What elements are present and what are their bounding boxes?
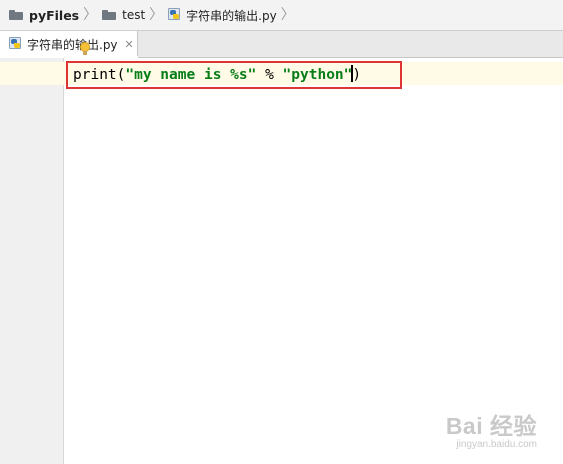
lightbulb-icon[interactable] bbox=[80, 42, 90, 56]
breadcrumb-label: test bbox=[122, 8, 146, 22]
code-editor[interactable]: print("my name is %s" % "python") bbox=[0, 58, 563, 464]
code-string-literal: "my name is %s" bbox=[125, 67, 257, 83]
code-line[interactable]: print("my name is %s" % "python") bbox=[73, 65, 361, 83]
breadcrumb-label: pyFiles bbox=[29, 7, 80, 23]
close-icon[interactable]: ✕ bbox=[125, 39, 134, 50]
code-format-operator: % bbox=[256, 67, 283, 83]
watermark-url: jingyan.baidu.com bbox=[456, 439, 537, 450]
chevron-right-icon: 〉 bbox=[280, 7, 295, 23]
chevron-right-icon: 〉 bbox=[83, 7, 98, 23]
breadcrumb: pyFiles 〉 test 〉 字符串的输出.py 〉 bbox=[0, 0, 563, 31]
watermark-brand: Bai 经验 bbox=[445, 413, 537, 439]
tab-file[interactable]: 字符串的输出.py ✕ bbox=[0, 31, 138, 58]
watermark: Bai 经验 jingyan.baidu.com bbox=[446, 407, 537, 450]
code-function-name: print bbox=[73, 67, 117, 83]
python-file-icon bbox=[9, 37, 23, 51]
code-close-paren: ) bbox=[352, 67, 362, 83]
line-number-gutter: 1 bbox=[0, 58, 64, 464]
folder-icon bbox=[102, 10, 117, 20]
python-file-icon bbox=[168, 8, 182, 22]
breadcrumb-item-file[interactable]: 字符串的输出.py bbox=[168, 0, 277, 31]
breadcrumb-label: 字符串的输出.py bbox=[186, 8, 277, 23]
tab-label: 字符串的输出.py bbox=[27, 37, 118, 52]
chevron-right-icon: 〉 bbox=[149, 7, 164, 23]
breadcrumb-item-pyfiles[interactable]: pyFiles bbox=[9, 0, 79, 31]
code-string-literal: "python" bbox=[282, 67, 353, 83]
folder-icon bbox=[9, 10, 23, 20]
breadcrumb-item-test[interactable]: test bbox=[102, 0, 145, 31]
